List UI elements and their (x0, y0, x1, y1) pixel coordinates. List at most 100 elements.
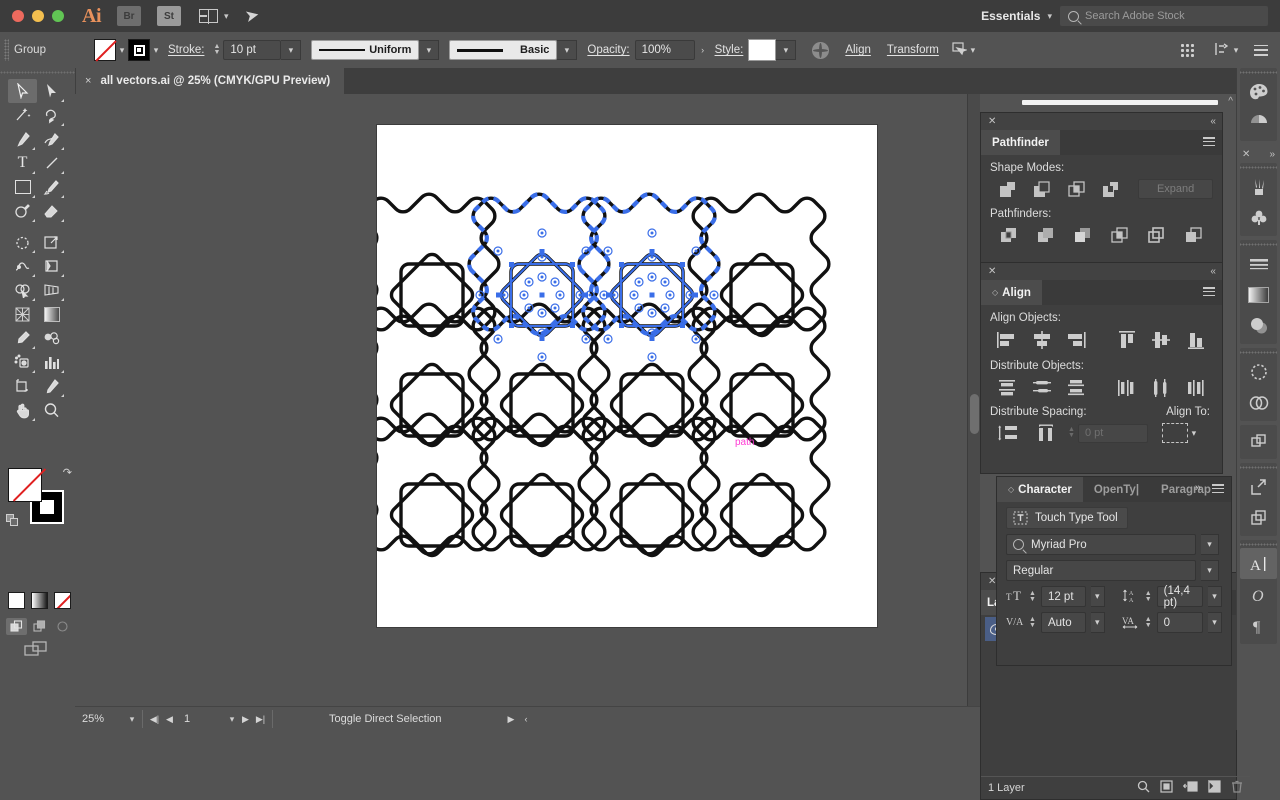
align-vertical-center-button[interactable] (1144, 327, 1178, 353)
make-clipping-mask-icon[interactable] (1160, 780, 1173, 796)
kerning-input[interactable]: Auto (1040, 612, 1086, 633)
expand-button[interactable]: Expand (1138, 179, 1214, 199)
distribute-vertical-center-button[interactable] (1024, 375, 1058, 401)
minimize-window-icon[interactable] (32, 10, 44, 22)
previous-artboard-button[interactable]: ◀ (162, 714, 177, 725)
opentype-panel-icon[interactable]: O (1240, 579, 1277, 610)
vertical-distribute-space-button[interactable] (990, 420, 1027, 446)
crop-button[interactable] (1101, 223, 1138, 247)
character-panel-icon[interactable]: A (1240, 548, 1277, 579)
default-fill-stroke-icon[interactable] (6, 514, 19, 527)
close-icon[interactable]: ✕ (988, 266, 996, 277)
zoom-level-input[interactable]: 25% (75, 710, 126, 728)
fill-swatch[interactable] (94, 39, 116, 61)
fill-color-swatch[interactable] (8, 468, 42, 502)
stroke-profile-chevron-down-icon[interactable]: ▾ (419, 40, 440, 60)
type-tool[interactable]: T (8, 151, 37, 175)
panel-menu-icon[interactable] (1203, 287, 1215, 296)
spacing-stepper[interactable]: ▲ ▼ (1068, 426, 1075, 439)
close-icon[interactable]: ✕ (1242, 149, 1250, 160)
leading-input[interactable]: (14,4 pt) (1156, 585, 1203, 609)
direct-selection-tool[interactable] (37, 79, 66, 103)
status-menu-icon[interactable]: ▶ (504, 714, 519, 725)
kerning-stepper[interactable]: ▲ ▼ (1029, 616, 1036, 629)
stroke-weight-input[interactable]: 10 pt (223, 40, 282, 60)
align-top-button[interactable] (1110, 327, 1144, 353)
paragraph-panel-icon[interactable]: ¶ (1240, 610, 1277, 641)
leading-chevron-down-icon[interactable]: ▾ (1207, 586, 1223, 607)
artboard-tool[interactable] (8, 374, 37, 398)
align-to-chevron-down-icon[interactable]: ▾ (1188, 428, 1200, 439)
graphic-style-swatch[interactable] (748, 39, 777, 61)
first-artboard-button[interactable]: ◀| (147, 714, 162, 725)
create-new-sublayer-icon[interactable] (1182, 780, 1198, 796)
color-mode-button[interactable] (8, 592, 25, 609)
trim-button[interactable] (1027, 223, 1064, 247)
horizontal-distribute-space-button[interactable] (1027, 420, 1064, 446)
stock-button[interactable]: St (157, 6, 181, 26)
minus-back-button[interactable] (1175, 223, 1212, 247)
close-window-icon[interactable] (12, 10, 24, 22)
fill-chevron-down-icon[interactable]: ▾ (116, 45, 128, 56)
rail-grip[interactable] (1240, 463, 1277, 471)
dock-resize-bar[interactable] (1022, 100, 1218, 105)
select-similar-icon[interactable] (951, 41, 969, 59)
arrange-documents-button[interactable]: ▾ (199, 9, 229, 24)
blend-tool[interactable] (37, 326, 66, 350)
outline-button[interactable] (1138, 223, 1175, 247)
brush-definition-dropdown[interactable]: Basic (449, 40, 558, 60)
color-guide-panel-icon[interactable] (1240, 107, 1277, 138)
last-artboard-button[interactable]: ▶| (253, 714, 268, 725)
eyedropper-tool[interactable] (8, 326, 37, 350)
export-panel-icon[interactable] (1240, 471, 1277, 502)
create-new-layer-icon[interactable] (1208, 779, 1221, 796)
align-to-button[interactable] (1161, 423, 1188, 443)
unite-button[interactable] (990, 177, 1025, 201)
status-resize-icon[interactable]: ‹ (519, 714, 534, 724)
rectangle-tool[interactable] (8, 175, 37, 199)
vertical-scroll-thumb[interactable] (970, 394, 979, 434)
font-family-chevron-down-icon[interactable]: ▾ (1201, 534, 1219, 555)
slice-tool[interactable] (37, 374, 66, 398)
tracking-stepper[interactable]: ▲ ▼ (1145, 616, 1152, 629)
expand-panels-icon[interactable]: » (1269, 149, 1275, 160)
rail-grip[interactable] (1240, 348, 1277, 356)
symbols-panel-icon[interactable] (1240, 202, 1277, 233)
chevron-up-icon[interactable]: ^ (1228, 96, 1233, 107)
artboard[interactable] (357, 124, 878, 628)
shape-builder-tool[interactable] (8, 278, 37, 302)
perspective-grid-tool[interactable] (37, 278, 66, 302)
gradient-panel-icon[interactable] (1240, 279, 1277, 310)
kerning-chevron-down-icon[interactable]: ▾ (1090, 612, 1105, 633)
select-similar-chevron-down-icon[interactable]: ▾ (967, 45, 979, 56)
opacity-more-icon[interactable]: › (695, 45, 711, 55)
dock-grip[interactable]: ^ (980, 94, 1237, 112)
stroke-swatch[interactable] (128, 39, 150, 61)
distribute-horizontal-left-button[interactable] (1110, 375, 1144, 401)
line-segment-tool[interactable] (37, 151, 66, 175)
distribute-horizontal-center-button[interactable] (1144, 375, 1178, 401)
collapse-icon[interactable]: ‹‹ (1210, 116, 1216, 127)
canvas-area[interactable]: path (75, 94, 980, 706)
align-button[interactable]: Align (845, 44, 871, 56)
tracking-chevron-down-icon[interactable]: ▾ (1207, 612, 1223, 633)
draw-behind-button[interactable] (29, 618, 50, 635)
rotate-tool[interactable] (8, 230, 37, 254)
font-size-stepper[interactable]: ▲ ▼ (1029, 590, 1036, 603)
divide-button[interactable] (990, 223, 1027, 247)
align-right-button[interactable] (1059, 327, 1093, 353)
gradient-mode-button[interactable] (31, 592, 48, 609)
workspace-switcher[interactable]: Essentials ▾ (981, 0, 1052, 32)
color-panel-icon[interactable] (1240, 76, 1277, 107)
opacity-input[interactable]: 100% (634, 40, 695, 60)
control-bar-menu-icon[interactable] (1254, 44, 1268, 56)
tab-character[interactable]: ◇ Character (997, 477, 1083, 502)
magic-wand-tool[interactable] (8, 103, 37, 127)
pen-tool[interactable] (8, 127, 37, 151)
zoom-level-chevron-down-icon[interactable]: ▾ (126, 714, 138, 725)
swap-fill-stroke-icon[interactable]: ↷ (63, 466, 72, 479)
transform-button[interactable]: Transform (887, 44, 939, 56)
asset-export-panel-icon[interactable] (1240, 502, 1277, 533)
font-style-chevron-down-icon[interactable]: ▾ (1201, 560, 1219, 581)
recolor-artwork-icon[interactable] (812, 41, 830, 59)
